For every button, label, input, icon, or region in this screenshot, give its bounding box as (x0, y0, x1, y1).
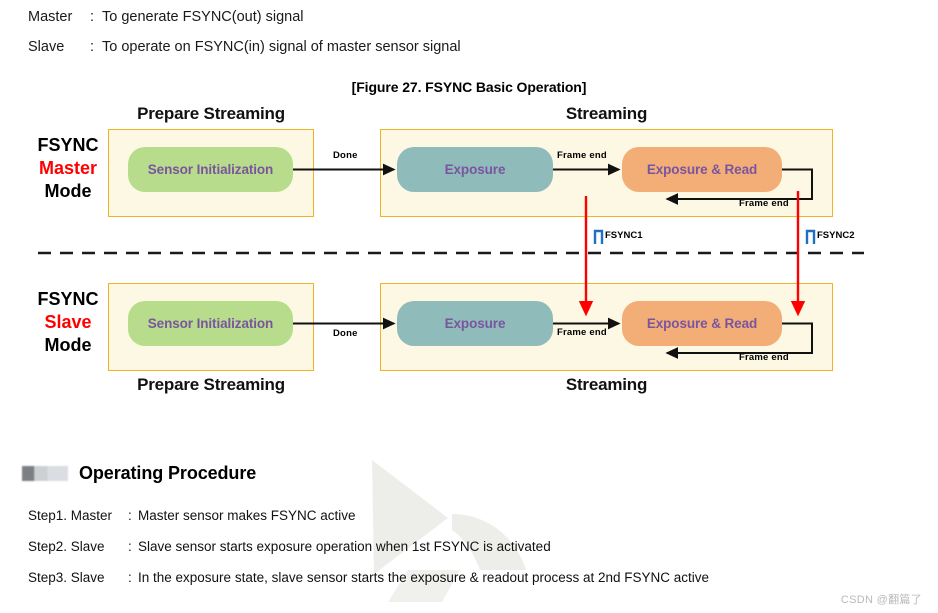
mode-slave-line2: Slave (44, 312, 92, 332)
phase-title-prepare-master: Prepare Streaming (137, 104, 285, 123)
edge-label-loop-frame-end-master: Frame end (739, 198, 789, 209)
step-1-separator: : (128, 508, 132, 523)
state-exposure-read-slave: Exposure & Read (622, 301, 782, 346)
mode-master-line3: Mode (44, 181, 92, 201)
bullet-marker-icon (22, 466, 68, 481)
mode-label-slave: FSYNC Slave Mode (20, 288, 116, 357)
step-3-label: Step3. Slave (28, 570, 105, 585)
intro-separator-master: : (90, 9, 95, 25)
intro-text-master: To generate FSYNC(out) signal (102, 9, 304, 25)
step-1-label: Step1. Master (28, 508, 113, 523)
mode-master-line2: Master (38, 158, 98, 178)
figure-caption: [Figure 27. FSYNC Basic Operation] (351, 79, 587, 95)
step-1-text: Master sensor makes FSYNC active (138, 508, 356, 523)
step-3-text: In the exposure state, slave sensor star… (138, 570, 710, 585)
state-exposure-master: Exposure (397, 147, 553, 192)
mode-slave-line3: Mode (44, 335, 92, 355)
step-2-text: Slave sensor starts exposure operation w… (138, 539, 551, 554)
procedure-step-list: Step1. Master : Master sensor makes FSYN… (28, 500, 918, 593)
procedure-step-3: Step3. Slave : In the exposure state, sl… (28, 562, 918, 593)
mode-slave-line1: FSYNC (37, 289, 99, 309)
edge-label-done-slave: Done (333, 328, 358, 339)
intro-row-slave: Slave : To operate on FSYNC(in) signal o… (28, 32, 908, 62)
fsync1-pulse-icon (593, 229, 604, 244)
fsync1-label: FSYNC1 (605, 230, 643, 241)
step-2-label: Step2. Slave (28, 539, 105, 554)
step-2-separator: : (128, 539, 132, 554)
procedure-step-2: Step2. Slave : Slave sensor starts expos… (28, 531, 918, 562)
intro-text-slave: To operate on FSYNC(in) signal of master… (102, 39, 461, 55)
intro-separator-slave: : (90, 39, 95, 55)
mode-master-line1: FSYNC (37, 135, 99, 155)
intro-block: Master : To generate FSYNC(out) signal S… (28, 2, 908, 62)
site-watermark-text: CSDN @翻篇了 (840, 594, 922, 606)
intro-label-master: Master (28, 9, 73, 25)
intro-row-master: Master : To generate FSYNC(out) signal (28, 2, 908, 32)
state-sensor-initialization-master: Sensor Initialization (128, 147, 293, 192)
state-exposure-read-master: Exposure & Read (622, 147, 782, 192)
edge-label-frame-end-slave: Frame end (557, 327, 607, 338)
edge-label-loop-frame-end-slave: Frame end (739, 352, 789, 363)
edge-label-frame-end-master: Frame end (557, 150, 607, 161)
edge-label-done-master: Done (333, 150, 358, 161)
intro-label-slave: Slave (28, 39, 65, 55)
phase-title-streaming-master: Streaming (565, 104, 648, 123)
mode-label-master: FSYNC Master Mode (20, 134, 116, 203)
phase-title-streaming-slave: Streaming (565, 375, 648, 394)
fsync2-label: FSYNC2 (817, 230, 855, 241)
fsync2-pulse-icon (805, 229, 816, 244)
operating-procedure-title: Operating Procedure (79, 463, 257, 483)
state-sensor-initialization-slave: Sensor Initialization (128, 301, 293, 346)
phase-title-prepare-slave: Prepare Streaming (137, 375, 285, 394)
state-exposure-slave: Exposure (397, 301, 553, 346)
step-3-separator: : (128, 570, 132, 585)
operating-procedure-header: Operating Procedure (22, 463, 256, 484)
procedure-step-1: Step1. Master : Master sensor makes FSYN… (28, 500, 918, 531)
